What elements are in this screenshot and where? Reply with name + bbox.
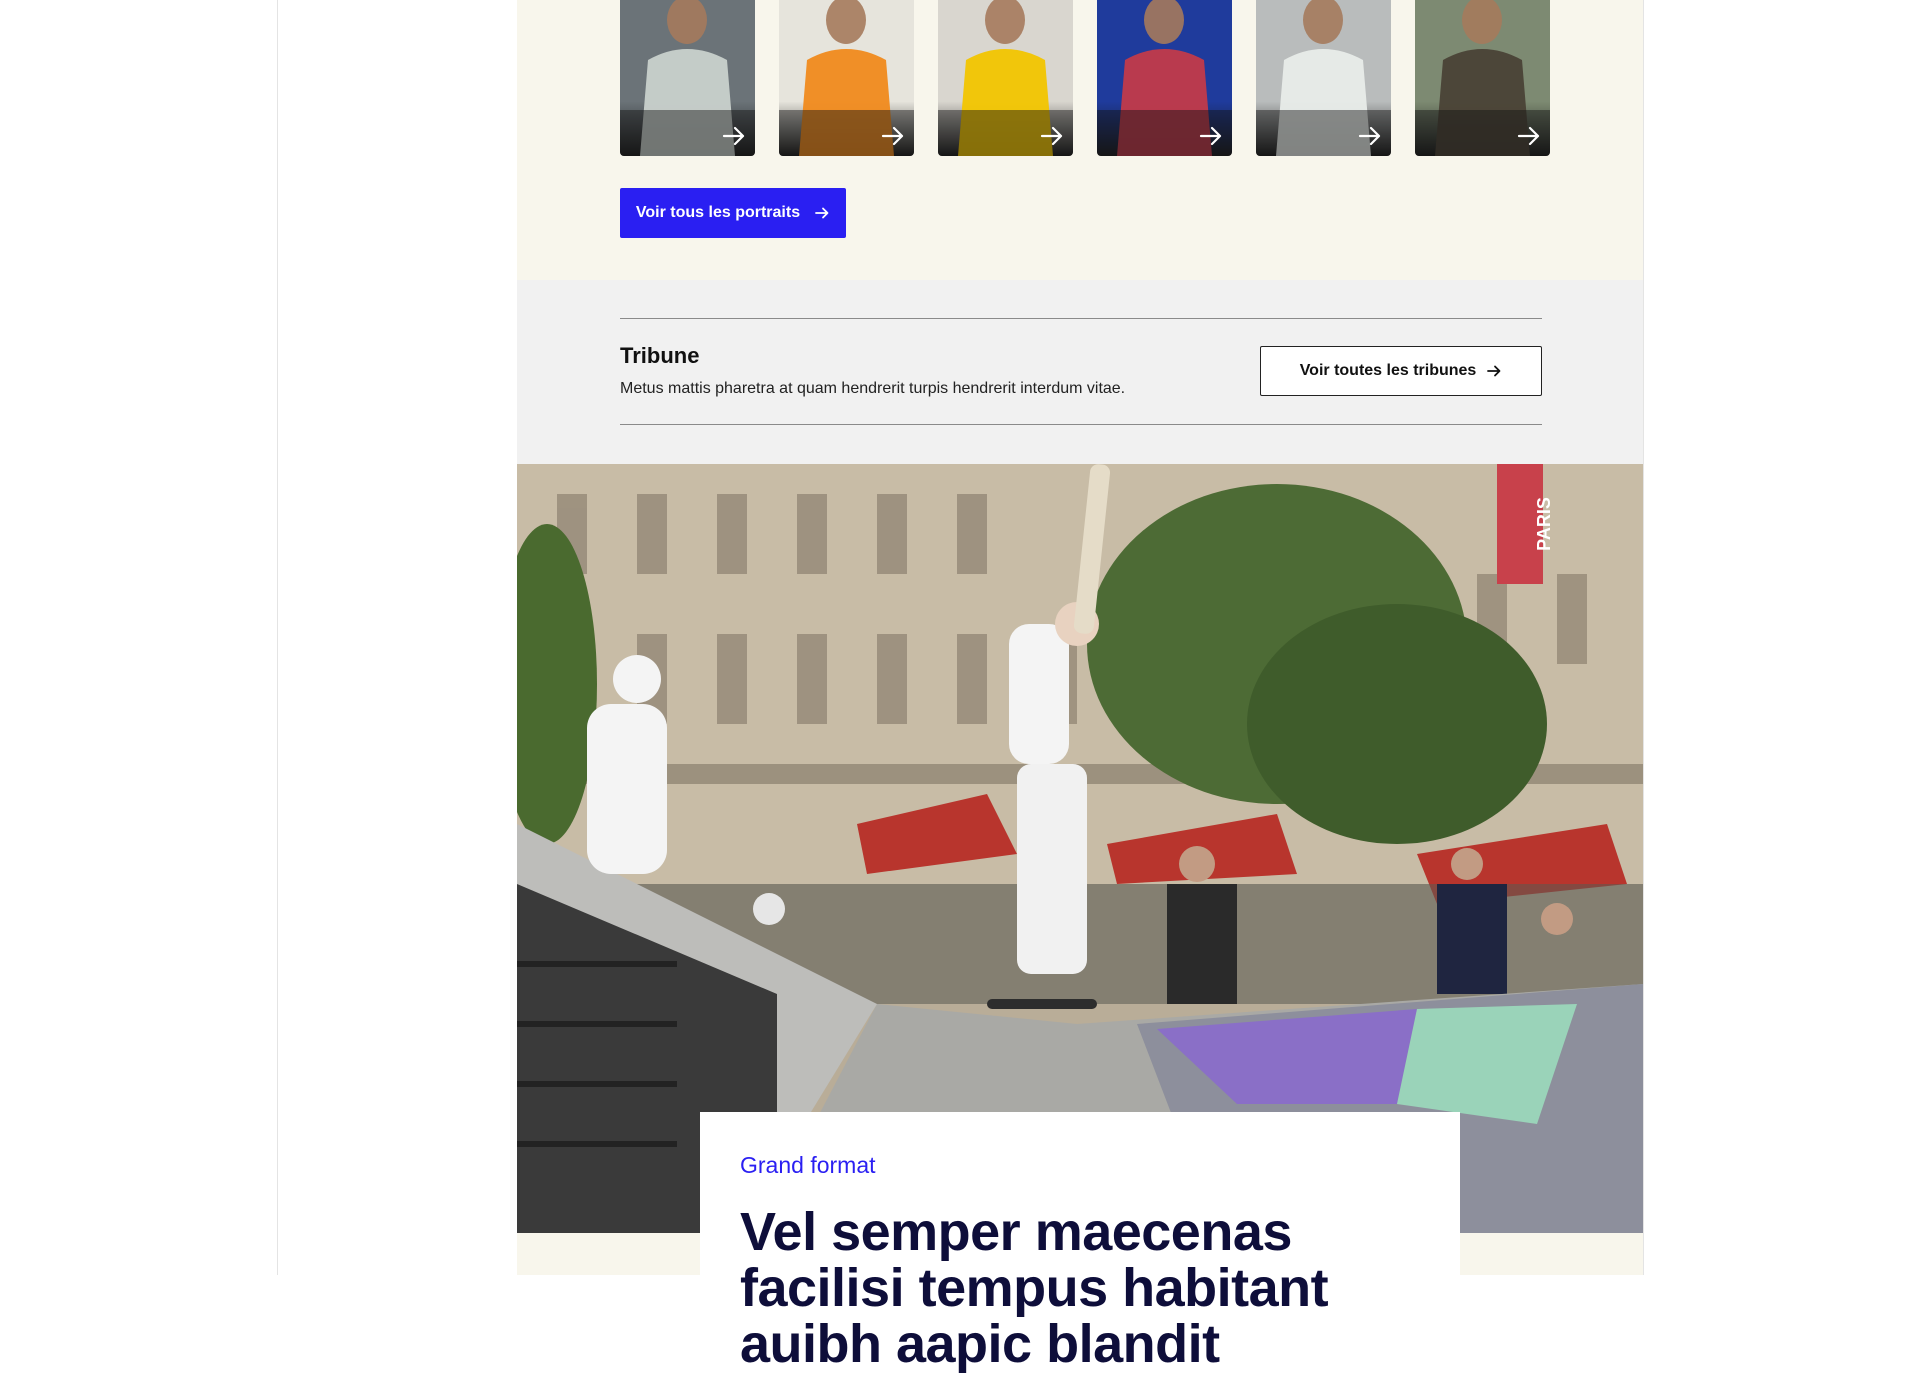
portrait-list <box>620 0 1550 156</box>
portrait-card[interactable] <box>938 0 1073 156</box>
tribune-section: Tribune Metus mattis pharetra at quam he… <box>517 280 1643 464</box>
feature-kicker: Grand format <box>740 1152 876 1178</box>
portraits-section: Voir tous les portraits <box>517 0 1643 280</box>
portrait-card[interactable] <box>1256 0 1391 156</box>
tribune-description: Metus mattis pharetra at quam hendrerit … <box>620 380 1126 397</box>
view-all-tribunes-button[interactable]: Voir toutes les tribunes <box>1260 346 1542 396</box>
arrow-right-icon <box>1358 126 1381 146</box>
tribune-divider-bottom <box>620 424 1542 425</box>
portrait-card[interactable] <box>620 0 755 156</box>
hero-banner-text: PARIS <box>1534 497 1554 551</box>
portrait-card[interactable] <box>779 0 914 156</box>
page-border-right <box>1643 0 1644 1275</box>
arrow-right-icon <box>1487 365 1501 377</box>
page-border-left <box>277 0 278 1275</box>
portrait-card[interactable] <box>1415 0 1550 156</box>
portrait-card[interactable] <box>1097 0 1232 156</box>
view-all-tribunes-label: Voir toutes les tribunes <box>1299 362 1477 379</box>
arrow-right-icon <box>881 126 904 146</box>
view-all-portraits-button[interactable]: Voir tous les portraits <box>620 188 846 238</box>
arrow-right-icon <box>1199 126 1222 146</box>
view-all-portraits-label: Voir tous les portraits <box>635 204 801 221</box>
arrow-right-icon <box>815 207 829 219</box>
arrow-right-icon <box>1517 126 1540 146</box>
arrow-right-icon <box>1040 126 1063 146</box>
arrow-right-icon <box>722 126 745 146</box>
feature-card[interactable]: Grand format Vel semper maecenas facilis… <box>700 1112 1460 1372</box>
feature-title[interactable]: Vel semper maecenas facilisi tempus habi… <box>740 1204 1440 1372</box>
tribune-title: Tribune <box>620 343 700 368</box>
tribune-divider-top <box>620 318 1542 319</box>
